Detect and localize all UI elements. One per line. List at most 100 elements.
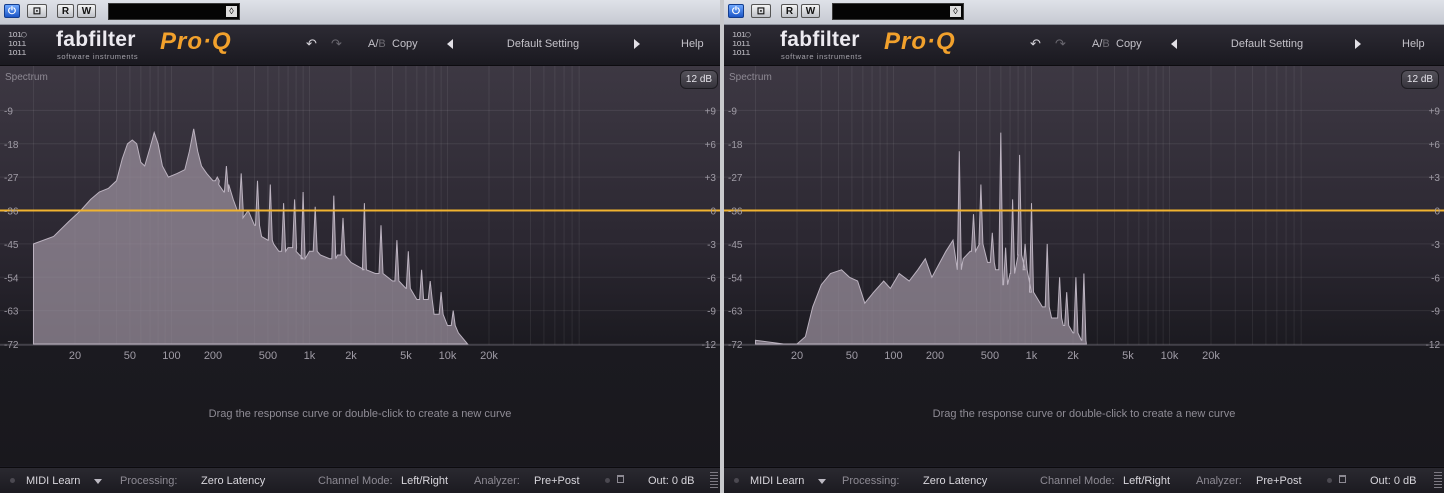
plugin-window-left: ⏻ ⊡ R W ◊ ıoı○ ıoıı ıoıı fabfilter softw… bbox=[0, 0, 720, 493]
host-preset-field[interactable]: ◊ bbox=[108, 3, 240, 20]
brand-tagline: software instruments bbox=[57, 52, 139, 61]
gain-scale-label-left: -9 bbox=[4, 106, 13, 117]
brand-tagline: software instruments bbox=[781, 52, 863, 61]
processing-select[interactable]: Zero Latency bbox=[201, 475, 265, 487]
spectrum-plot[interactable]: -9 -18 -27 -36 -45 -54 -63 -72 +9 +6 +3 0 -3 -6 -9 -12 2… bbox=[724, 66, 1444, 366]
eq-graph[interactable]: -9 -18 -27 -36 -45 -54 -63 -72 +9 +6 +3 0 -3 -6 -9 -12 2… bbox=[0, 66, 720, 466]
prev-preset-icon[interactable] bbox=[447, 39, 453, 49]
gain-scale-label-right: +3 bbox=[705, 173, 717, 184]
output-gain[interactable]: Out: 0 dB bbox=[1370, 475, 1416, 487]
processing-label: Processing: bbox=[842, 475, 900, 487]
analyzer-select[interactable]: Pre+Post bbox=[534, 475, 580, 487]
host-preset-field[interactable]: ◊ bbox=[832, 3, 964, 20]
preset-menu-icon[interactable]: ◊ bbox=[226, 6, 237, 17]
analyzer-select[interactable]: Pre+Post bbox=[1256, 475, 1302, 487]
output-led-icon bbox=[605, 478, 610, 483]
gain-scale-label-right: -3 bbox=[707, 240, 716, 251]
read-automation-button[interactable]: R bbox=[57, 4, 74, 18]
trash-icon[interactable] bbox=[1339, 475, 1346, 483]
midi-learn-button[interactable]: MIDI Learn bbox=[26, 475, 80, 487]
gain-scale-label-left: -36 bbox=[4, 207, 19, 218]
write-automation-button[interactable]: W bbox=[801, 4, 820, 18]
freq-label: 20k bbox=[480, 350, 498, 362]
gain-scale-label-right: -9 bbox=[707, 307, 716, 318]
redo-icon[interactable]: ↷ bbox=[331, 36, 342, 52]
trash-icon[interactable] bbox=[617, 475, 624, 483]
gain-scale-label-left: -36 bbox=[728, 207, 743, 218]
spectrum-label[interactable]: Spectrum bbox=[5, 72, 48, 83]
ab-compare-button[interactable]: A/B bbox=[368, 38, 386, 50]
processing-select[interactable]: Zero Latency bbox=[923, 475, 987, 487]
channel-mode-select[interactable]: Left/Right bbox=[1123, 475, 1170, 487]
compare-button[interactable]: ⊡ bbox=[751, 4, 771, 18]
help-button[interactable]: Help bbox=[1402, 38, 1425, 50]
freq-label: 100 bbox=[162, 350, 180, 362]
next-preset-icon[interactable] bbox=[634, 39, 640, 49]
gain-scale-label-right: +6 bbox=[705, 140, 717, 151]
midi-learn-button[interactable]: MIDI Learn bbox=[750, 475, 804, 487]
hint-text: Drag the response curve or double-click … bbox=[208, 408, 512, 420]
freq-label: 1k bbox=[1026, 350, 1038, 362]
gain-scale-label-right: +3 bbox=[1429, 173, 1441, 184]
hint-text: Drag the response curve or double-click … bbox=[932, 408, 1236, 420]
help-button[interactable]: Help bbox=[681, 38, 704, 50]
bottom-bar: MIDI Learn Processing: Zero Latency Chan… bbox=[724, 467, 1444, 493]
brand-name: fabfilter bbox=[56, 28, 136, 51]
analyzer-label: Analyzer: bbox=[1196, 475, 1242, 487]
freq-label: 20k bbox=[1202, 350, 1220, 362]
resize-grip-icon[interactable] bbox=[1434, 472, 1442, 490]
gain-scale-label-right: -12 bbox=[702, 340, 717, 351]
fabfilter-logo-icon: ıoı○ ıoıı ıoıı bbox=[8, 30, 27, 58]
gain-scale-label-right: 0 bbox=[710, 207, 716, 218]
fabfilter-logo-icon: ıoı○ ıoıı ıoıı bbox=[732, 30, 751, 58]
eq-graph[interactable]: -9 -18 -27 -36 -45 -54 -63 -72 +9 +6 +3 0 -3 -6 -9 -12 2… bbox=[724, 66, 1444, 466]
gain-scale-label-right: +9 bbox=[705, 106, 717, 117]
power-icon[interactable]: ⏻ bbox=[4, 4, 20, 18]
prev-preset-icon[interactable] bbox=[1171, 39, 1177, 49]
preset-menu-icon[interactable]: ◊ bbox=[950, 6, 961, 17]
midi-dropdown-icon[interactable] bbox=[818, 479, 826, 484]
compare-button[interactable]: ⊡ bbox=[27, 4, 47, 18]
resize-grip-icon[interactable] bbox=[710, 472, 718, 490]
preset-name[interactable]: Default Setting bbox=[1194, 38, 1340, 50]
output-gain[interactable]: Out: 0 dB bbox=[648, 475, 694, 487]
range-button[interactable]: 12 dB bbox=[1401, 70, 1439, 89]
processing-label: Processing: bbox=[120, 475, 178, 487]
freq-label: 10k bbox=[1161, 350, 1179, 362]
freq-label: 50 bbox=[846, 350, 858, 362]
analyzer-label: Analyzer: bbox=[474, 475, 520, 487]
power-icon[interactable]: ⏻ bbox=[728, 4, 744, 18]
freq-label: 20 bbox=[791, 350, 803, 362]
channel-mode-label: Channel Mode: bbox=[318, 475, 393, 487]
brand-name: fabfilter bbox=[780, 28, 860, 51]
ab-compare-button[interactable]: A/B bbox=[1092, 38, 1110, 50]
spectrum-plot[interactable]: -9 -18 -27 -36 -45 -54 -63 -72 +9 +6 +3 0 -3 -6 -9 -12 2… bbox=[0, 66, 720, 366]
spectrum-label[interactable]: Spectrum bbox=[729, 72, 772, 83]
ab-a-label: A/ bbox=[1092, 38, 1103, 50]
freq-label: 10k bbox=[439, 350, 457, 362]
write-automation-button[interactable]: W bbox=[77, 4, 96, 18]
gain-scale-label-right: +9 bbox=[1429, 106, 1441, 117]
copy-button[interactable]: Copy bbox=[392, 38, 418, 50]
next-preset-icon[interactable] bbox=[1355, 39, 1361, 49]
midi-dropdown-icon[interactable] bbox=[94, 479, 102, 484]
undo-icon[interactable]: ↶ bbox=[306, 36, 317, 52]
undo-icon[interactable]: ↶ bbox=[1030, 36, 1041, 52]
freq-label: 1k bbox=[304, 350, 316, 362]
preset-name[interactable]: Default Setting bbox=[470, 38, 616, 50]
range-button[interactable]: 12 dB bbox=[680, 70, 718, 89]
product-name: Pro·Q bbox=[884, 28, 956, 55]
host-toolbar: ⏻ ⊡ R W ◊ bbox=[724, 0, 1444, 25]
plugin-window-right: ⏻ ⊡ R W ◊ ıoı○ ıoıı ıoıı fabfilter softw… bbox=[724, 0, 1444, 493]
freq-label: 50 bbox=[124, 350, 136, 362]
gain-scale-label-left: -54 bbox=[728, 273, 743, 284]
channel-mode-select[interactable]: Left/Right bbox=[401, 475, 448, 487]
copy-button[interactable]: Copy bbox=[1116, 38, 1142, 50]
gain-scale-label-left: -27 bbox=[4, 173, 19, 184]
redo-icon[interactable]: ↷ bbox=[1055, 36, 1066, 52]
bottom-bar: MIDI Learn Processing: Zero Latency Chan… bbox=[0, 467, 720, 493]
gain-scale-label-left: -45 bbox=[4, 240, 19, 251]
freq-label: 200 bbox=[204, 350, 222, 362]
plugin-header: ıoı○ ıoıı ıoıı fabfilter software instru… bbox=[724, 25, 1444, 66]
read-automation-button[interactable]: R bbox=[781, 4, 798, 18]
